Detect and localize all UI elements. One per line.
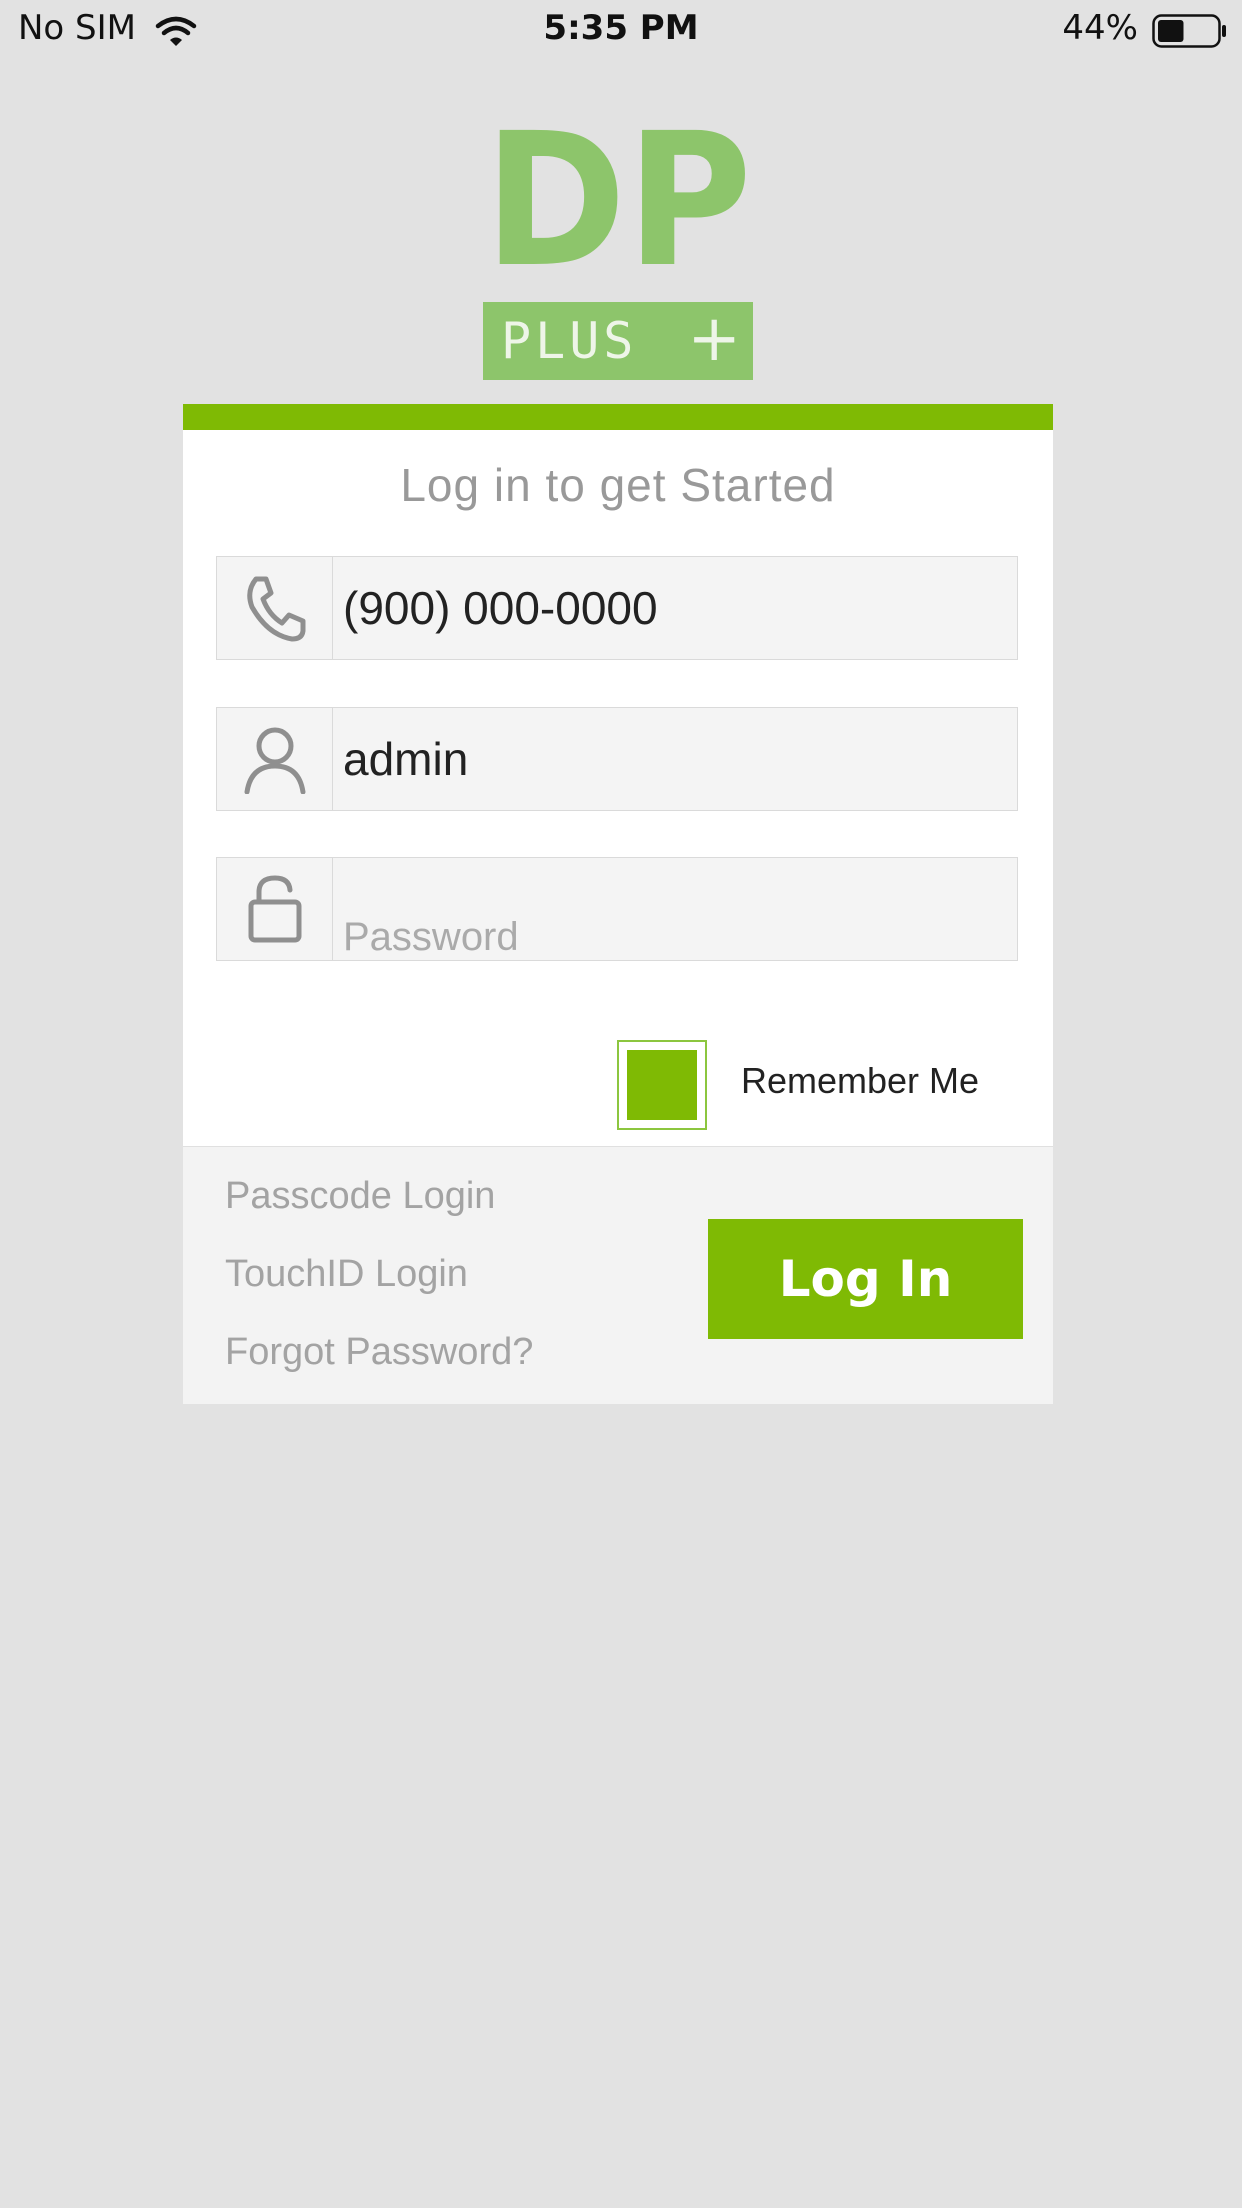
svg-text:DP: DP xyxy=(484,124,752,272)
login-footer: Passcode Login TouchID Login Forgot Pass… xyxy=(183,1146,1053,1404)
password-field[interactable]: Password xyxy=(216,857,1018,961)
login-form: Log in to get Started (900) 000-0000 adm… xyxy=(183,430,1053,1146)
login-title: Log in to get Started xyxy=(400,459,836,511)
app-logo: DP PLUS + xyxy=(482,124,754,380)
phone-field[interactable]: (900) 000-0000 xyxy=(216,556,1018,660)
unlock-icon xyxy=(248,875,301,943)
remember-me-label: Remember Me xyxy=(741,1060,980,1101)
login-button[interactable]: Log In xyxy=(708,1219,1023,1339)
clock: 5:35 PM xyxy=(543,8,699,48)
remember-me-checkbox[interactable] xyxy=(617,1040,707,1130)
phone-icon xyxy=(246,576,305,642)
battery-icon xyxy=(1152,14,1226,48)
username-field[interactable]: admin xyxy=(216,707,1018,811)
logo-plus-text: PLUS xyxy=(501,312,638,370)
logo-plus-badge: PLUS + xyxy=(483,302,753,380)
status-bar: No SIM 5:35 PM 44% xyxy=(0,0,1242,64)
remember-me-check-fill xyxy=(627,1050,697,1120)
remember-me[interactable]: Remember Me xyxy=(617,1040,1017,1130)
battery-percent: 44% xyxy=(1062,8,1138,48)
password-input[interactable]: Password xyxy=(343,906,519,956)
logo-dp-mark: DP xyxy=(484,124,752,272)
phone-icon-cell xyxy=(217,557,333,659)
forgot-password-link[interactable]: Forgot Password? xyxy=(225,1331,533,1374)
touchid-login-link[interactable]: TouchID Login xyxy=(225,1253,468,1296)
unlock-icon-cell xyxy=(217,858,333,960)
user-icon-cell xyxy=(217,708,333,810)
card-accent-bar xyxy=(183,404,1053,430)
login-card: Log in to get Started (900) 000-0000 adm… xyxy=(183,404,1053,1404)
phone-input[interactable]: (900) 000-0000 xyxy=(343,557,658,659)
user-icon xyxy=(244,727,305,794)
passcode-login-link[interactable]: Passcode Login xyxy=(225,1175,495,1218)
username-input[interactable]: admin xyxy=(343,708,468,810)
logo-plus-sign: + xyxy=(687,302,741,376)
